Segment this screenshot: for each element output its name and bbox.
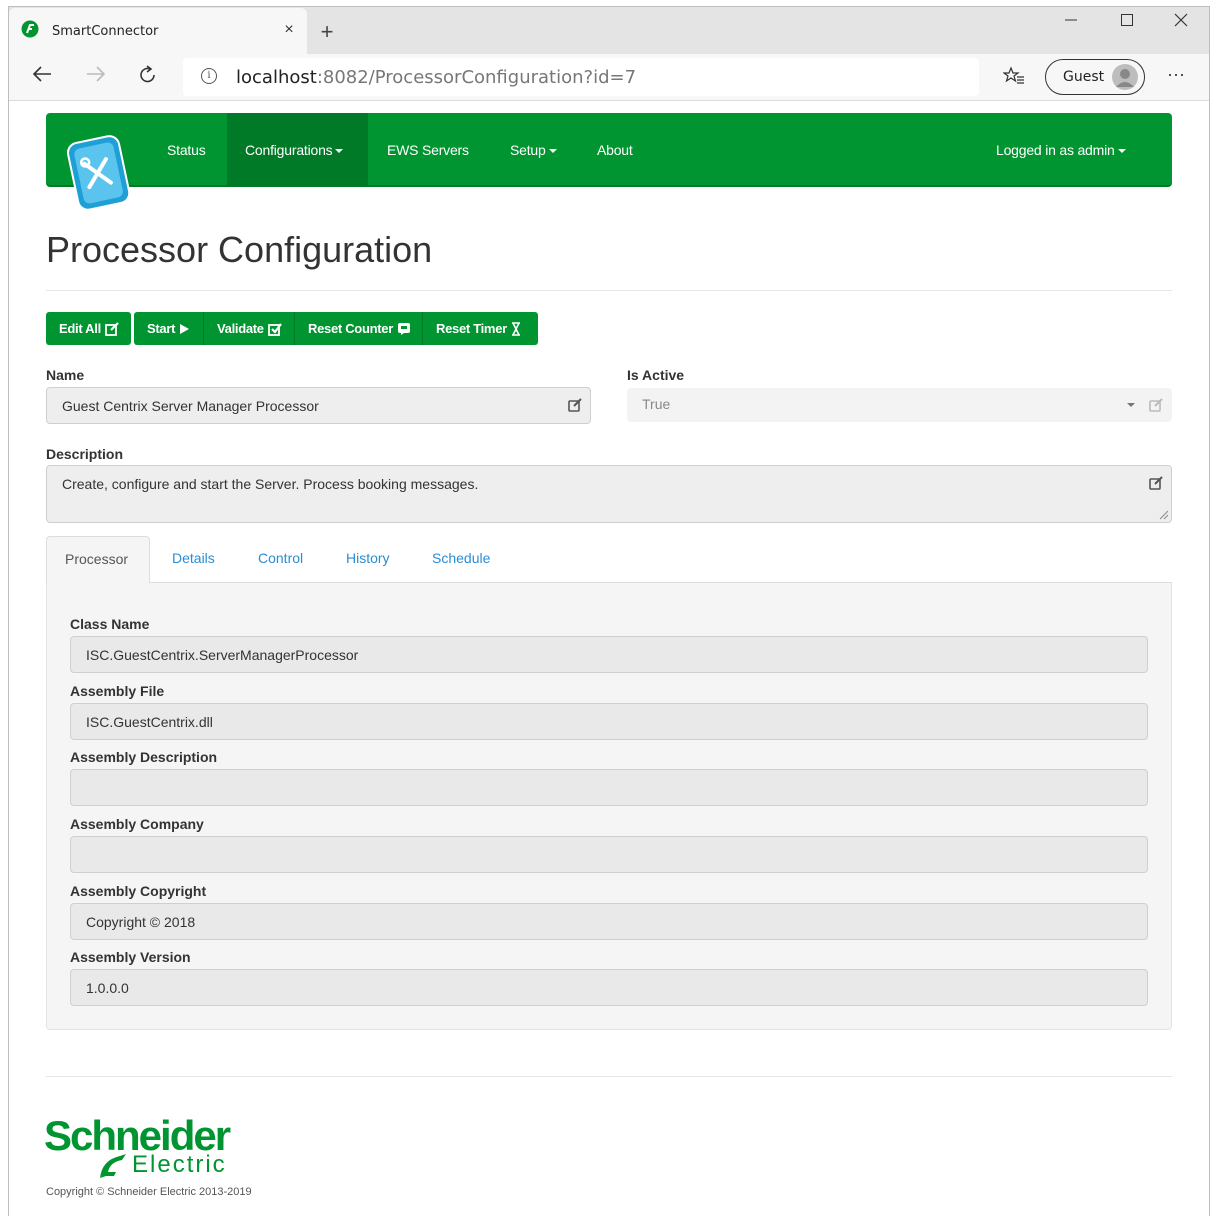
nav-user-menu[interactable]: Logged in as admin	[996, 113, 1126, 185]
maximize-icon[interactable]	[1112, 12, 1142, 34]
edit-icon[interactable]	[1149, 476, 1163, 490]
divider	[46, 290, 1172, 291]
browser-tab[interactable]: SmartConnector ×	[9, 8, 307, 54]
page-title: Processor Configuration	[46, 229, 433, 270]
action-toolbar: Edit All Start Validate Reset Counter Re…	[46, 312, 538, 345]
resize-handle-icon[interactable]	[1159, 510, 1169, 520]
more-icon[interactable]: ···	[1167, 64, 1185, 85]
reset-counter-button[interactable]: Reset Counter	[295, 312, 423, 345]
edit-icon	[105, 321, 119, 336]
address-bar: i localhost:8082/ProcessorConfiguration?…	[9, 54, 1209, 101]
profile-label: Guest	[1063, 69, 1105, 85]
counter-icon	[397, 322, 411, 336]
caret-down-icon	[548, 149, 557, 154]
assembly-company-label: Assembly Company	[70, 816, 204, 832]
close-tab-icon[interactable]: ×	[279, 20, 299, 40]
close-window-icon[interactable]	[1166, 12, 1196, 34]
check-square-icon	[267, 322, 282, 336]
class-name-field[interactable]: ISC.GuestCentrix.ServerManagerProcessor	[70, 636, 1148, 673]
nav-status[interactable]: Status	[167, 113, 206, 185]
forward-arrow-icon[interactable]	[83, 65, 109, 89]
start-button[interactable]: Start	[134, 312, 204, 345]
is-active-label: Is Active	[627, 367, 685, 383]
name-field[interactable]: Guest Centrix Server Manager Processor	[46, 387, 591, 424]
description-textarea[interactable]: Create, configure and start the Server. …	[46, 465, 1172, 523]
nav-configurations[interactable]: Configurations	[227, 113, 368, 185]
nav-setup[interactable]: Setup	[510, 113, 557, 185]
chevron-down-icon	[1127, 403, 1135, 407]
minimize-icon[interactable]	[1056, 12, 1086, 34]
smartconnector-app-logo[interactable]	[64, 125, 132, 215]
tab-details[interactable]: Details	[172, 536, 215, 583]
schneider-leaf-icon	[100, 1154, 126, 1178]
tab-history[interactable]: History	[346, 536, 390, 583]
assembly-company-field[interactable]	[70, 836, 1148, 873]
assembly-description-label: Assembly Description	[70, 749, 218, 765]
nav-ews-servers[interactable]: EWS Servers	[387, 113, 469, 185]
is-active-select[interactable]: True	[627, 388, 1172, 422]
tab-processor[interactable]: Processor	[46, 536, 150, 583]
name-label: Name	[46, 367, 85, 383]
tab-schedule[interactable]: Schedule	[432, 536, 490, 583]
assembly-copyright-field[interactable]: Copyright © 2018	[70, 903, 1148, 940]
assembly-version-field[interactable]: 1.0.0.0	[70, 969, 1148, 1006]
main-navbar: Status Configurations EWS Servers Setup …	[46, 113, 1172, 211]
refresh-icon[interactable]	[135, 65, 161, 89]
play-icon	[179, 323, 190, 335]
tab-control[interactable]: Control	[258, 536, 303, 583]
avatar	[1112, 64, 1138, 90]
info-icon[interactable]: i	[201, 68, 217, 84]
profile-button[interactable]: Guest	[1045, 59, 1145, 95]
assembly-file-label: Assembly File	[70, 683, 165, 699]
class-name-label: Class Name	[70, 616, 150, 632]
url-input[interactable]: i localhost:8082/ProcessorConfiguration?…	[183, 58, 979, 96]
nav-about[interactable]: About	[597, 113, 633, 185]
caret-down-icon	[335, 149, 344, 154]
edit-icon[interactable]	[568, 398, 582, 412]
url-text: localhost:8082/ProcessorConfiguration?id…	[236, 67, 637, 88]
edit-icon[interactable]	[1149, 398, 1163, 412]
footer-divider	[46, 1076, 1172, 1077]
assembly-description-field[interactable]	[70, 769, 1148, 806]
smartconnector-logo-icon	[21, 20, 39, 38]
caret-down-icon	[1117, 149, 1126, 154]
back-arrow-icon[interactable]	[29, 65, 55, 89]
brand-subname: Electric	[132, 1151, 227, 1178]
new-tab-icon[interactable]: +	[315, 20, 339, 44]
assembly-version-label: Assembly Version	[70, 949, 191, 965]
reset-timer-button[interactable]: Reset Timer	[423, 312, 538, 345]
tab-title: SmartConnector	[52, 24, 159, 39]
processor-panel: Class Name ISC.GuestCentrix.ServerManage…	[46, 583, 1172, 1030]
copyright-text: Copyright © Schneider Electric 2013-2019	[46, 1186, 252, 1198]
assembly-file-field[interactable]: ISC.GuestCentrix.dll	[70, 703, 1148, 740]
edit-all-button[interactable]: Edit All	[46, 312, 131, 345]
description-label: Description	[46, 446, 124, 462]
hourglass-icon	[511, 321, 521, 336]
schneider-electric-logo: Schneider Electric	[44, 1114, 231, 1178]
assembly-copyright-label: Assembly Copyright	[70, 883, 207, 899]
favorites-icon[interactable]	[1002, 66, 1025, 91]
validate-button[interactable]: Validate	[204, 312, 295, 345]
